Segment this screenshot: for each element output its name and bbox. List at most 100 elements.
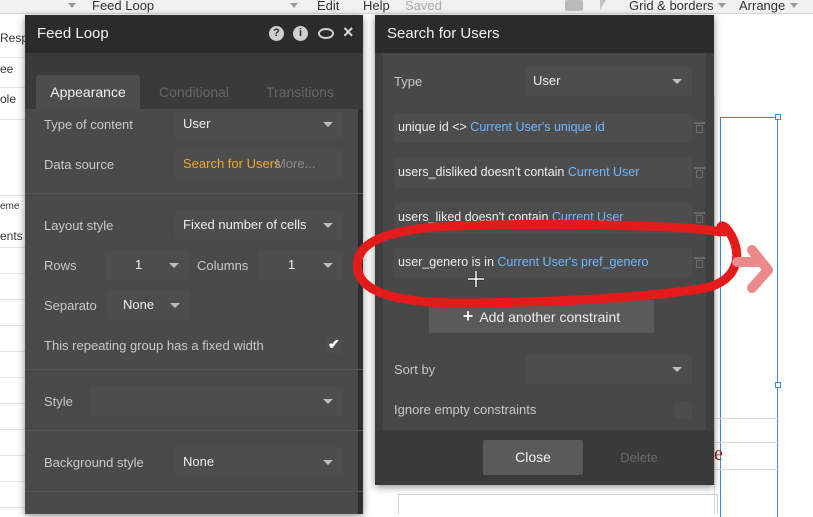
trash-icon[interactable] bbox=[694, 122, 705, 133]
menu-help[interactable]: Help bbox=[363, 0, 390, 13]
delete-button[interactable]: Delete bbox=[604, 440, 674, 475]
divider bbox=[0, 455, 25, 456]
chevron-down-icon[interactable] bbox=[290, 3, 298, 8]
background-style-dropdown[interactable]: None bbox=[175, 447, 343, 477]
divider bbox=[0, 507, 25, 508]
type-of-content-dropdown[interactable]: User bbox=[175, 109, 343, 139]
tree-item[interactable]: Resp bbox=[0, 31, 28, 45]
rows-value: 1 bbox=[135, 257, 143, 272]
rows-dropdown[interactable]: 1 bbox=[105, 250, 189, 280]
element-tree-strip: Resp ee ole eme ents bbox=[0, 15, 28, 514]
type-of-content-value: User bbox=[183, 116, 211, 131]
constraint-row[interactable]: users_liked doesn't contain Current User bbox=[394, 203, 692, 233]
type-dropdown[interactable]: User bbox=[525, 66, 692, 96]
divider bbox=[0, 299, 25, 300]
data-source-more[interactable]: More... bbox=[275, 156, 315, 171]
trash-icon[interactable] bbox=[694, 167, 705, 178]
divider bbox=[0, 195, 25, 196]
data-source-label: Data source bbox=[44, 157, 115, 172]
divider bbox=[25, 369, 363, 370]
style-label: Style bbox=[44, 394, 73, 409]
menu-arrange[interactable]: Arrange bbox=[739, 0, 785, 13]
divider bbox=[0, 351, 25, 352]
sort-by-label: Sort by bbox=[394, 362, 436, 377]
columns-value: 1 bbox=[288, 257, 296, 272]
add-constraint-button[interactable]: + Add another constraint bbox=[429, 300, 654, 333]
menu-grid-borders[interactable]: Grid & borders bbox=[629, 0, 714, 13]
tab-conditional[interactable]: Conditional bbox=[146, 75, 242, 109]
divider bbox=[0, 377, 25, 378]
constraint-field[interactable]: users_liked doesn't contain bbox=[398, 210, 548, 224]
comment-icon[interactable] bbox=[318, 28, 334, 39]
tree-item[interactable]: eme bbox=[0, 201, 19, 212]
menu-edit[interactable]: Edit bbox=[317, 0, 339, 13]
help-icon[interactable]: ? bbox=[269, 26, 284, 41]
element-selector[interactable]: Feed Loop bbox=[92, 0, 154, 13]
divider bbox=[0, 403, 25, 404]
background-style-value: None bbox=[183, 454, 215, 469]
chevron-down-icon bbox=[169, 263, 179, 268]
constraint-field[interactable]: users_disliked doesn't contain bbox=[398, 165, 564, 179]
sort-by-dropdown[interactable] bbox=[525, 354, 692, 384]
style-dropdown[interactable] bbox=[90, 386, 343, 416]
data-source-value[interactable]: Search for Users bbox=[183, 156, 281, 171]
layout-style-dropdown[interactable]: Fixed number of cells bbox=[175, 210, 343, 240]
info-icon[interactable]: i bbox=[293, 26, 308, 41]
divider bbox=[0, 119, 25, 120]
type-label: Type bbox=[394, 74, 423, 89]
canvas-button[interactable]: e bbox=[714, 442, 778, 470]
tab-transitions[interactable]: Transitions bbox=[251, 75, 349, 109]
trash-icon[interactable] bbox=[694, 257, 705, 268]
constraint-row[interactable]: unique id <> Current User's unique id bbox=[394, 113, 692, 143]
panel-title: Feed Loop bbox=[37, 25, 109, 42]
fixed-width-checkbox[interactable]: ✔ bbox=[325, 336, 342, 354]
chevron-down-icon bbox=[323, 263, 333, 268]
chevron-down-icon[interactable] bbox=[790, 3, 798, 8]
divider bbox=[0, 481, 25, 482]
data-source-field[interactable]: Search for Users More... bbox=[175, 149, 343, 179]
close-icon[interactable]: × bbox=[343, 22, 354, 43]
constraint-value[interactable]: Current User bbox=[568, 165, 640, 179]
pointer-icon[interactable] bbox=[600, 0, 606, 10]
constraint-value[interactable]: Current User's unique id bbox=[470, 120, 604, 134]
scrollbar[interactable] bbox=[358, 109, 363, 514]
resize-handle[interactable] bbox=[775, 382, 781, 388]
trash-icon[interactable] bbox=[694, 212, 705, 223]
columns-dropdown[interactable]: 1 bbox=[258, 250, 343, 280]
canvas-group[interactable] bbox=[398, 494, 718, 514]
columns-label: Columns bbox=[197, 258, 249, 273]
divider bbox=[0, 273, 25, 274]
panel-header[interactable]: Feed Loop ? i × bbox=[25, 15, 363, 53]
divider bbox=[25, 430, 363, 431]
fixed-width-label: This repeating group has a fixed width bbox=[44, 338, 264, 353]
constraint-row[interactable]: user_genero is in Current User's pref_ge… bbox=[394, 248, 692, 278]
plus-icon: + bbox=[462, 306, 474, 326]
tree-item[interactable]: ole bbox=[0, 92, 16, 106]
separator-dropdown[interactable]: None bbox=[107, 290, 190, 320]
separator-label: Separato bbox=[44, 298, 97, 313]
tree-item[interactable]: ents bbox=[0, 229, 23, 243]
resize-handle[interactable] bbox=[775, 114, 781, 120]
constraint-field[interactable]: user_genero is in bbox=[398, 255, 494, 269]
notifications-icon[interactable] bbox=[565, 0, 583, 11]
constraint-value[interactable]: Current User's pref_genero bbox=[497, 255, 648, 269]
panel-title: Search for Users bbox=[387, 25, 500, 42]
chevron-down-icon bbox=[323, 460, 333, 465]
ignore-empty-checkbox[interactable] bbox=[675, 401, 692, 418]
add-constraint-label: Add another constraint bbox=[479, 309, 621, 325]
constraint-field[interactable]: unique id <> bbox=[398, 120, 467, 134]
divider bbox=[0, 247, 25, 248]
chevron-down-icon[interactable] bbox=[68, 3, 76, 8]
chevron-down-icon bbox=[170, 303, 180, 308]
chevron-down-icon bbox=[672, 367, 682, 372]
close-button[interactable]: Close bbox=[483, 440, 583, 475]
tree-item[interactable]: ee bbox=[0, 62, 13, 76]
constraint-value[interactable]: Current User bbox=[552, 210, 624, 224]
divider bbox=[714, 418, 778, 419]
divider bbox=[0, 87, 25, 88]
chevron-down-icon[interactable] bbox=[718, 3, 726, 8]
divider bbox=[0, 429, 25, 430]
tab-appearance[interactable]: Appearance bbox=[36, 75, 140, 109]
panel-header[interactable]: Search for Users bbox=[375, 15, 714, 53]
constraint-row[interactable]: users_disliked doesn't contain Current U… bbox=[394, 158, 692, 188]
